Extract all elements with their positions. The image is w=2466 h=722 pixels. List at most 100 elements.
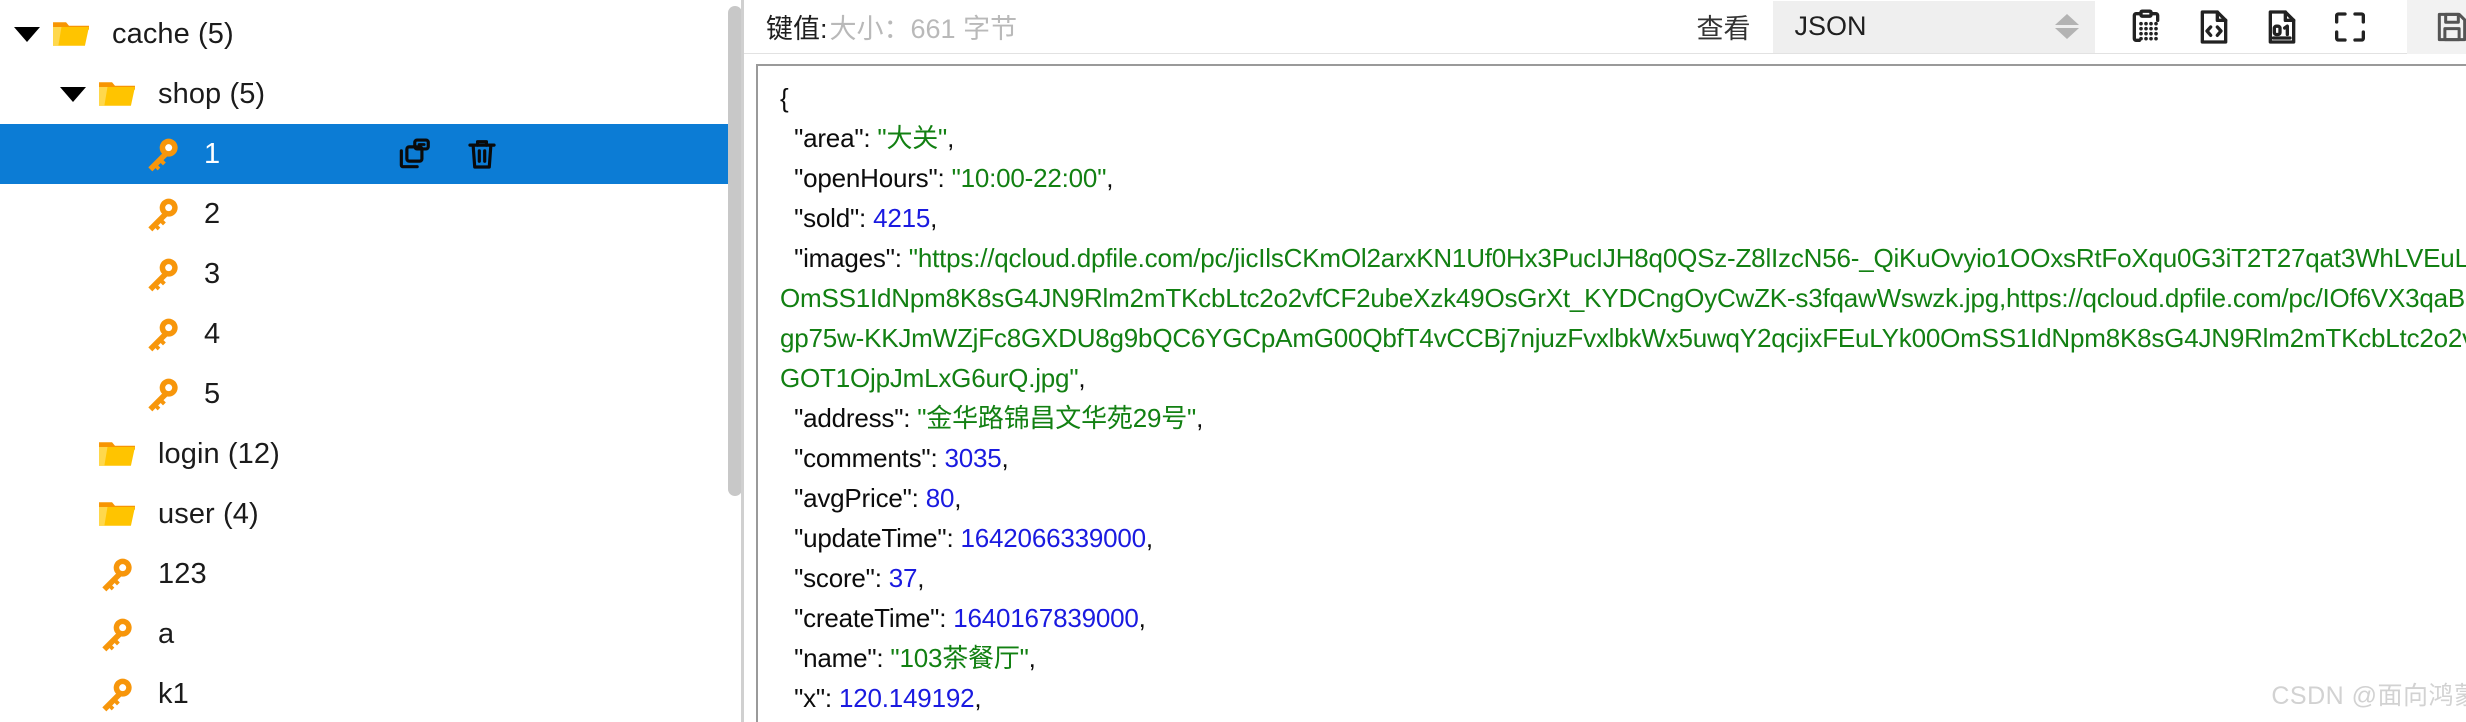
code-token-p: , xyxy=(947,123,955,153)
json-code-content[interactable]: { "area": "大关", "openHours": "10:00-22:0… xyxy=(758,74,2466,722)
sidebar-scrollbar[interactable] xyxy=(728,0,742,722)
twisty-expanded-icon[interactable] xyxy=(56,86,90,102)
tree-row-123[interactable]: 123 xyxy=(0,544,744,604)
binary-file-icon[interactable] xyxy=(2259,4,2305,50)
toolbar: 键值: 大小：661 字节 查看 JSON xyxy=(744,0,2466,54)
twisty-expanded-icon[interactable] xyxy=(10,26,44,42)
code-line: "openHours": "10:00-22:00", xyxy=(780,158,2466,198)
code-line: "score": 37, xyxy=(780,558,2466,598)
value-editor-wrap: { "area": "大关", "openHours": "10:00-22:0… xyxy=(744,54,2466,722)
tree-row-3[interactable]: 3 xyxy=(0,244,744,304)
value-size-text: 大小：661 字节 xyxy=(829,14,1018,44)
code-file-icon[interactable] xyxy=(2191,4,2237,50)
folder-icon xyxy=(44,12,98,56)
code-token-p: , xyxy=(1138,603,1146,633)
trash-icon[interactable] xyxy=(462,134,502,174)
code-token-k: "updateTime": xyxy=(794,523,961,553)
tree-row-1[interactable]: 1 xyxy=(0,124,744,184)
code-line: "avgPrice": 80, xyxy=(780,478,2466,518)
tree-row-label: 3 xyxy=(204,257,221,290)
key-icon xyxy=(136,314,190,354)
code-line: "images": "https://qcloud.dpfile.com/pc/… xyxy=(780,238,2466,278)
code-token-k: "x": xyxy=(794,683,839,713)
view-format-value: JSON xyxy=(1794,11,1867,41)
code-line: "createTime": 1640167839000, xyxy=(780,598,2466,638)
tree-row-label: k1 xyxy=(158,677,189,710)
tree-row-user-4[interactable]: user (4) xyxy=(0,484,744,544)
save-button[interactable]: 保存 xyxy=(2406,0,2466,54)
code-line: "sold": 4215, xyxy=(780,198,2466,238)
tree-row-2[interactable]: 2 xyxy=(0,184,744,244)
key-icon xyxy=(136,134,190,174)
code-token-n: 1640167839000 xyxy=(953,603,1139,633)
code-token-n: 80 xyxy=(925,483,955,513)
tree-row-label: 5 xyxy=(204,377,221,410)
tree-row-label: 4 xyxy=(204,317,221,350)
view-label: 查看 xyxy=(1696,14,1751,44)
floppy-save-icon xyxy=(2429,4,2466,50)
code-line: "comments": 3035, xyxy=(780,438,2466,478)
key-icon xyxy=(90,614,144,654)
code-line: "name": "103茶餐厅", xyxy=(780,638,2466,678)
code-line: "address": "金华路锦昌文华苑29号", xyxy=(780,398,2466,438)
app-root: cache (5) shop (5) 1 2 3 4 5 login (12) user (4)… xyxy=(0,0,2466,722)
tree-row-label: user (4) xyxy=(158,497,259,530)
folder-icon xyxy=(90,72,144,116)
code-token-k: "name": xyxy=(794,643,891,673)
code-token-p: , xyxy=(917,563,925,593)
code-token-p: , xyxy=(1028,643,1036,673)
code-token-n: 4215 xyxy=(873,203,931,233)
tree-row-login-12[interactable]: login (12) xyxy=(0,424,744,484)
code-line: GOT1OjpJmLxG6urQ.jpg", xyxy=(780,358,2466,398)
code-token-p: , xyxy=(1001,443,1009,473)
code-token-k: "images": xyxy=(794,243,909,273)
tree-row-5[interactable]: 5 xyxy=(0,364,744,424)
code-line: "area": "大关", xyxy=(780,118,2466,158)
tree-row-label: login (12) xyxy=(158,437,280,470)
tree-row-label: a xyxy=(158,617,175,650)
key-icon xyxy=(136,374,190,414)
copy-link-icon[interactable] xyxy=(394,134,434,174)
json-value-editor[interactable]: { "area": "大关", "openHours": "10:00-22:0… xyxy=(756,64,2466,722)
code-token-s: GOT1OjpJmLxG6urQ.jpg" xyxy=(780,363,1079,393)
tree-row-a[interactable]: a xyxy=(0,604,744,664)
key-icon xyxy=(136,254,190,294)
code-token-p: , xyxy=(954,483,962,513)
code-token-n: 37 xyxy=(888,563,918,593)
fullscreen-icon[interactable] xyxy=(2327,4,2373,50)
code-token-p: , xyxy=(1078,363,1086,393)
code-token-s: "103茶餐厅" xyxy=(890,643,1029,673)
code-token-n: 3035 xyxy=(944,443,1002,473)
code-token-k: "avgPrice": xyxy=(794,483,926,513)
code-token-n: 120.149192 xyxy=(838,683,975,713)
code-token-k: "score": xyxy=(794,563,889,593)
code-line: { xyxy=(780,78,2466,118)
caret-down-icon xyxy=(60,86,86,102)
tree-row-shop-5[interactable]: shop (5) xyxy=(0,64,744,124)
tree-row-4[interactable]: 4 xyxy=(0,304,744,364)
sidebar-scrollbar-thumb[interactable] xyxy=(728,6,742,496)
chevron-down-icon xyxy=(2054,28,2079,39)
code-token-p: , xyxy=(930,203,938,233)
tree-row-label: 123 xyxy=(158,557,207,590)
key-icon xyxy=(90,554,144,594)
key-tree-sidebar: cache (5) shop (5) 1 2 3 4 5 login (12) user (4)… xyxy=(0,0,744,722)
code-token-p: , xyxy=(1196,403,1204,433)
code-line: "updateTime": 1642066339000, xyxy=(780,518,2466,558)
code-token-s: OmSS1IdNpm8K8sG4JN9Rlm2mTKcbLtc2o2vfCF2u… xyxy=(780,283,2466,313)
code-token-p: , xyxy=(1106,163,1114,193)
tree-row-label: cache (5) xyxy=(112,17,234,50)
paste-clipboard-icon[interactable] xyxy=(2123,4,2169,50)
key-value-label: 键值: xyxy=(766,14,828,44)
code-token-s: gp75w-KKJmWZjFc8GXDU8g9bQC6YGCpAmG00QbfT… xyxy=(780,323,2466,353)
code-token-k: "address": xyxy=(794,403,918,433)
tree-row-label: 2 xyxy=(204,197,221,230)
toolbar-icon-group xyxy=(2123,4,2373,50)
code-token-s: "10:00-22:00" xyxy=(951,163,1107,193)
view-format-select[interactable]: JSON xyxy=(1772,0,2095,53)
tree-row-label: shop (5) xyxy=(158,77,266,110)
tree-row-cache-5[interactable]: cache (5) xyxy=(0,4,744,64)
tree-row-k1[interactable]: k1 xyxy=(0,664,744,722)
view-format-spinner[interactable] xyxy=(2054,1,2079,53)
key-icon xyxy=(136,194,190,234)
